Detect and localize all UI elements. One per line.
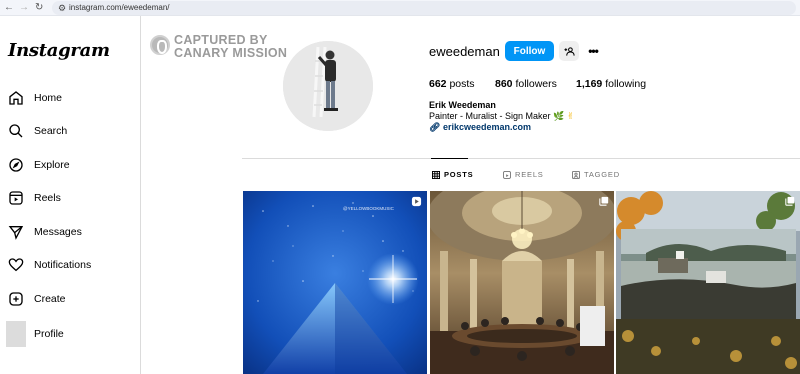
carousel-icon: [599, 196, 609, 206]
forward-arrow-icon[interactable]: →: [19, 2, 29, 14]
tab-reels-label: REELS: [515, 170, 544, 179]
sidebar-item-search[interactable]: Search: [8, 121, 133, 141]
sidebar-item-reels[interactable]: Reels: [8, 188, 133, 208]
profile-link[interactable]: 🔗︎ erikcweedeman.com: [429, 122, 531, 133]
leaf-emoji: 🌿: [553, 111, 565, 121]
browser-toolbar: ← → ↻ ⚙ instagram.com/eweedeman/: [0, 0, 800, 16]
watermark-line-2: CANARY MISSION: [174, 46, 288, 60]
bio-text: Painter - Muralist - Sign Maker: [429, 111, 551, 121]
sidebar-item-label: Reels: [34, 192, 61, 204]
home-icon: [9, 91, 23, 105]
tabs-divider: [242, 158, 800, 159]
sidebar-item-label: Home: [34, 92, 63, 104]
url-text[interactable]: instagram.com/eweedeman/: [69, 3, 170, 13]
instagram-logo[interactable]: Instagram: [8, 40, 110, 61]
sidebar-item-label: Explore: [34, 159, 70, 171]
sidebar-item-notifications[interactable]: Notifications: [8, 255, 133, 275]
sidebar-item-label: Notifications: [34, 259, 92, 271]
link-icon: 🔗︎: [429, 122, 441, 132]
posts-count: 662: [429, 78, 447, 90]
followers-label: followers: [515, 78, 557, 90]
sidebar-item-label: Search: [34, 125, 68, 137]
add-person-icon: [563, 46, 575, 56]
profile-picture[interactable]: [283, 41, 373, 131]
send-icon: [8, 226, 24, 240]
sidebar-item-profile[interactable]: Profile: [6, 320, 133, 348]
tag-icon: [572, 170, 580, 179]
sidebar-item-label: Create: [34, 293, 66, 305]
tab-tagged-label: TAGGED: [584, 170, 620, 179]
profile-bio: Painter - Muralist - Sign Maker 🌿 ✌: [429, 111, 574, 122]
back-arrow-icon[interactable]: ←: [4, 2, 14, 14]
sidebar-item-label: Messages: [34, 226, 82, 238]
reels-icon: [503, 170, 511, 179]
plus-square-icon: [9, 292, 23, 306]
tab-reels[interactable]: REELS: [503, 170, 544, 179]
profile-username: eweedeman: [429, 44, 500, 59]
posts-label: posts: [449, 78, 475, 90]
sidebar-item-label: Profile: [34, 328, 64, 340]
follow-button[interactable]: Follow: [505, 41, 554, 61]
compass-icon: [9, 158, 23, 172]
followers-stat[interactable]: 860 followers: [495, 78, 557, 90]
avatar: [6, 321, 26, 347]
post-overlay-text: @YELLOWBOOKMUSIC: [343, 206, 395, 211]
grid-icon: [432, 170, 440, 179]
heart-icon: [8, 258, 24, 272]
post-thumbnail-2[interactable]: [430, 191, 614, 374]
reels-icon: [9, 191, 23, 205]
posts-count-stat[interactable]: 662 posts: [429, 78, 475, 90]
tab-posts[interactable]: POSTS: [432, 170, 473, 179]
sidebar-item-explore[interactable]: Explore: [8, 155, 133, 175]
peace-hand-emoji: ✌: [566, 111, 575, 121]
sidebar-item-create[interactable]: Create: [8, 289, 133, 309]
canary-mission-logo: [150, 35, 170, 55]
profile-full-name: Erik Weedeman: [429, 100, 496, 110]
sidebar-item-home[interactable]: Home: [8, 88, 133, 108]
carousel-icon: [785, 196, 795, 206]
search-icon: [9, 124, 23, 138]
reel-badge-icon: [411, 196, 422, 207]
post-thumbnail-3[interactable]: [616, 191, 800, 374]
address-bar[interactable]: ⚙ instagram.com/eweedeman/: [52, 1, 796, 15]
profile-link-text[interactable]: erikcweedeman.com: [443, 122, 531, 132]
following-stat[interactable]: 1,169 following: [576, 78, 646, 90]
following-label: following: [605, 78, 647, 90]
sidebar-item-messages[interactable]: Messages: [8, 222, 133, 242]
followers-count: 860: [495, 78, 513, 90]
tab-tagged[interactable]: TAGGED: [572, 170, 620, 179]
suggested-accounts-button[interactable]: [559, 41, 579, 61]
sidebar: Instagram Home Search Explore Reels Mess…: [0, 16, 141, 374]
post-thumbnail-1[interactable]: @YELLOWBOOKMUSIC: [243, 191, 427, 374]
site-settings-icon[interactable]: ⚙: [58, 2, 66, 14]
following-count: 1,169: [576, 78, 603, 90]
more-options-button[interactable]: •••: [585, 41, 601, 61]
tab-posts-label: POSTS: [444, 170, 474, 179]
watermark-line-1: CAPTURED BY: [174, 33, 268, 47]
reload-icon[interactable]: ↻: [35, 2, 43, 14]
active-tab-indicator: [431, 158, 468, 159]
